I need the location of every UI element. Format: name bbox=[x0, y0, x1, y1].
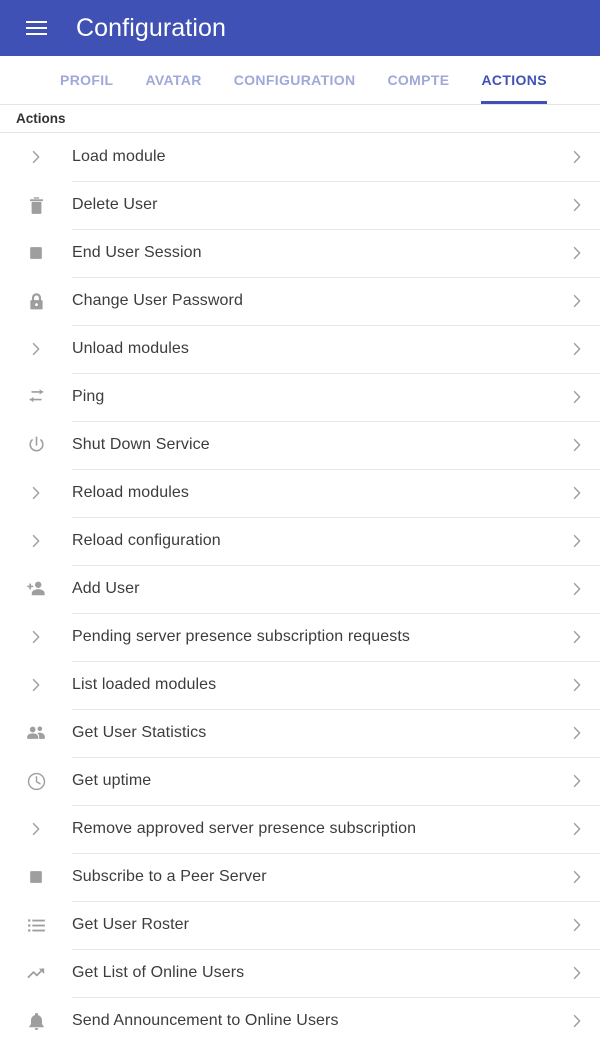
action-row[interactable]: Ping bbox=[0, 373, 600, 421]
action-row-label: Add User bbox=[72, 580, 140, 597]
action-row-label: Get User Statistics bbox=[72, 724, 207, 741]
action-row-label: Get User Roster bbox=[72, 916, 190, 933]
stop-square-icon bbox=[0, 867, 72, 887]
hamburger-line bbox=[25, 21, 47, 23]
chevron-right-icon[interactable] bbox=[560, 675, 600, 695]
page-title: Configuration bbox=[76, 13, 227, 42]
action-row-label: Change User Password bbox=[72, 292, 243, 309]
action-row[interactable]: Shut Down Service bbox=[0, 421, 600, 469]
action-row-label: Subscribe to a Peer Server bbox=[72, 868, 267, 885]
action-row[interactable]: List loaded modules bbox=[0, 661, 600, 709]
chevron-right-icon bbox=[0, 627, 72, 647]
action-list: Load module Delete User End User Session Ch… bbox=[0, 133, 600, 1045]
action-row[interactable]: Subscribe to a Peer Server bbox=[0, 853, 600, 901]
action-row-label: List loaded modules bbox=[72, 676, 217, 693]
action-row[interactable]: End User Session bbox=[0, 229, 600, 277]
people-icon bbox=[0, 722, 72, 744]
action-row-label: Remove approved server presence subscrip… bbox=[72, 820, 417, 837]
tab-label: CONFIGURATION bbox=[233, 72, 356, 88]
action-row[interactable]: Add User bbox=[0, 565, 600, 613]
action-row[interactable]: Unload modules bbox=[0, 325, 600, 373]
chevron-right-icon[interactable] bbox=[560, 531, 600, 551]
chevron-right-icon[interactable] bbox=[560, 915, 600, 935]
trash-icon bbox=[0, 195, 72, 216]
chevron-right-icon[interactable] bbox=[560, 243, 600, 263]
tab-label: COMPTE bbox=[387, 72, 450, 88]
chevron-right-icon bbox=[0, 483, 72, 503]
clock-icon bbox=[0, 771, 72, 792]
action-row[interactable]: Get User Statistics bbox=[0, 709, 600, 757]
chevron-right-icon[interactable] bbox=[560, 147, 600, 167]
chevron-right-icon[interactable] bbox=[560, 627, 600, 647]
action-row-label: Reload modules bbox=[72, 484, 190, 501]
power-icon bbox=[0, 435, 72, 456]
person-add-icon bbox=[0, 578, 72, 600]
app-bar: Configuration bbox=[0, 0, 600, 56]
action-row-label: Send Announcement to Online Users bbox=[72, 1012, 339, 1029]
action-row-label: Unload modules bbox=[72, 340, 190, 357]
action-row[interactable]: Load module bbox=[0, 133, 600, 181]
action-row-label: Load module bbox=[72, 148, 166, 165]
chevron-right-icon bbox=[0, 147, 72, 167]
tab-bar: PROFIL AVATAR CONFIGURATION COMPTE ACTIONS bbox=[0, 56, 600, 105]
chevron-right-icon bbox=[0, 339, 72, 359]
tab-label: ACTIONS bbox=[481, 72, 547, 88]
tab-configuration[interactable]: CONFIGURATION bbox=[234, 56, 356, 104]
action-row[interactable]: Reload configuration bbox=[0, 517, 600, 565]
action-row[interactable]: Delete User bbox=[0, 181, 600, 229]
chevron-right-icon[interactable] bbox=[560, 291, 600, 311]
action-row-label: Get List of Online Users bbox=[72, 964, 245, 981]
action-row-label: Ping bbox=[72, 388, 105, 405]
swap-arrows-icon bbox=[0, 387, 72, 408]
action-row[interactable]: Get User Roster bbox=[0, 901, 600, 949]
section-header: Actions bbox=[0, 105, 600, 133]
chevron-right-icon[interactable] bbox=[560, 195, 600, 215]
hamburger-line bbox=[25, 27, 47, 29]
action-row[interactable]: Get List of Online Users bbox=[0, 949, 600, 997]
action-row-label: Shut Down Service bbox=[72, 436, 210, 453]
lock-icon bbox=[0, 291, 72, 312]
action-row[interactable]: Remove approved server presence subscrip… bbox=[0, 805, 600, 853]
action-row-label: Get uptime bbox=[72, 772, 152, 789]
action-row-label: Delete User bbox=[72, 196, 158, 213]
chevron-right-icon[interactable] bbox=[560, 387, 600, 407]
chevron-right-icon[interactable] bbox=[560, 771, 600, 791]
tab-avatar[interactable]: AVATAR bbox=[145, 56, 201, 104]
chevron-right-icon[interactable] bbox=[560, 1011, 600, 1031]
chevron-right-icon[interactable] bbox=[560, 435, 600, 455]
chevron-right-icon[interactable] bbox=[560, 723, 600, 743]
chevron-right-icon bbox=[0, 675, 72, 695]
chevron-right-icon[interactable] bbox=[560, 339, 600, 359]
action-row-label: Reload configuration bbox=[72, 532, 221, 549]
tab-label: PROFIL bbox=[60, 72, 114, 88]
chevron-right-icon[interactable] bbox=[560, 963, 600, 983]
trending-up-icon bbox=[0, 963, 72, 984]
tab-compte[interactable]: COMPTE bbox=[387, 56, 449, 104]
chevron-right-icon[interactable] bbox=[560, 579, 600, 599]
chevron-right-icon[interactable] bbox=[560, 483, 600, 503]
hamburger-menu-icon[interactable] bbox=[16, 8, 56, 48]
action-row[interactable]: Send Announcement to Online Users bbox=[0, 997, 600, 1045]
action-row[interactable]: Reload modules bbox=[0, 469, 600, 517]
chevron-right-icon[interactable] bbox=[560, 819, 600, 839]
hamburger-line bbox=[25, 33, 47, 35]
action-row[interactable]: Change User Password bbox=[0, 277, 600, 325]
list-bullet-icon bbox=[0, 915, 72, 936]
tab-profil[interactable]: PROFIL bbox=[60, 56, 113, 104]
chevron-right-icon[interactable] bbox=[560, 867, 600, 887]
bell-icon bbox=[0, 1011, 72, 1032]
tab-label: AVATAR bbox=[145, 72, 202, 88]
stop-square-icon bbox=[0, 243, 72, 263]
chevron-right-icon bbox=[0, 819, 72, 839]
chevron-right-icon bbox=[0, 531, 72, 551]
action-row-label: Pending server presence subscription req… bbox=[72, 628, 411, 645]
tab-actions[interactable]: ACTIONS bbox=[481, 56, 548, 104]
action-row[interactable]: Get uptime bbox=[0, 757, 600, 805]
action-row[interactable]: Pending server presence subscription req… bbox=[0, 613, 600, 661]
action-row-label: End User Session bbox=[72, 244, 202, 261]
